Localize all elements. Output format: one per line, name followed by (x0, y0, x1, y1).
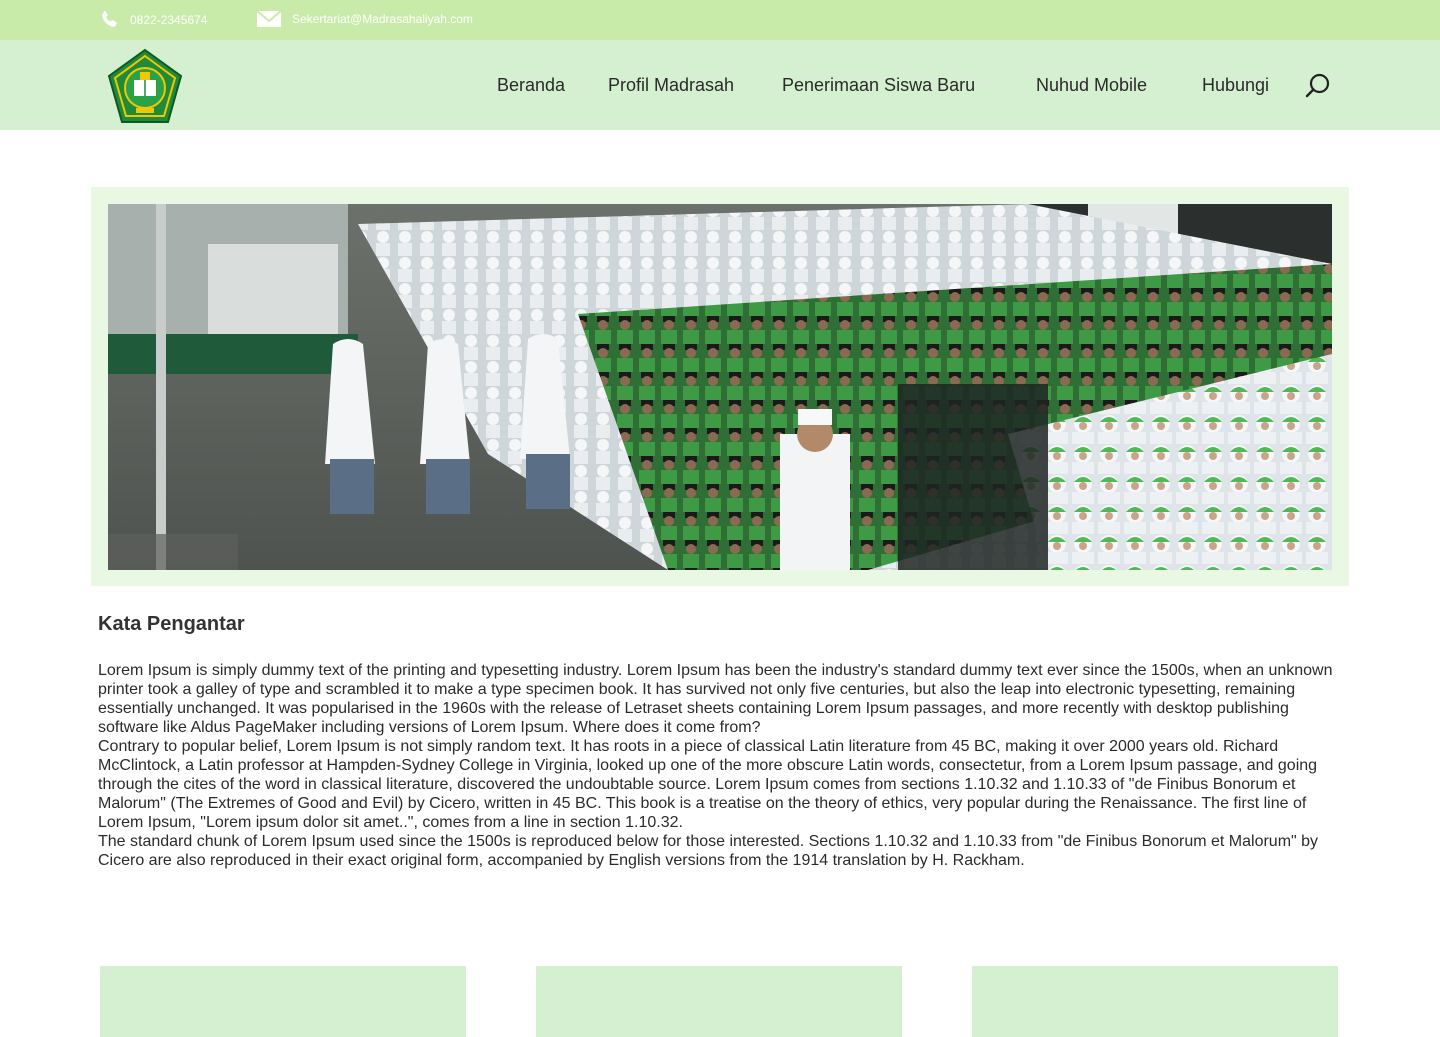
students-assembly-photo (108, 204, 1332, 570)
main-navbar: Beranda Profil Madrasah Penerimaan Siswa… (0, 40, 1440, 130)
hero-photo (108, 204, 1332, 570)
nav-beranda[interactable]: Beranda (497, 73, 565, 97)
nav-profil-madrasah[interactable]: Profil Madrasah (608, 73, 734, 97)
phone-number: 0822-2345674 (130, 13, 208, 27)
card-1[interactable] (100, 966, 466, 1037)
phone-contact[interactable]: 0822-2345674 (98, 9, 207, 31)
card-3[interactable] (972, 966, 1338, 1037)
search-icon (1304, 73, 1332, 104)
search-button[interactable] (1304, 72, 1332, 100)
email-contact[interactable]: Sekertariat@Madrasahaliyah.com (256, 9, 473, 29)
nav-hubungi[interactable]: Hubungi (1202, 73, 1269, 97)
intro-text: Lorem Ipsum is simply dummy text of the … (98, 661, 1348, 870)
intro-paragraph-2: Contrary to popular belief, Lorem Ipsum … (98, 738, 1318, 831)
section-title: Kata Pengantar (98, 613, 245, 635)
intro-paragraph-1: Lorem Ipsum is simply dummy text of the … (98, 662, 1333, 736)
mail-icon (256, 9, 282, 29)
top-contact-bar: 0822-2345674 Sekertariat@Madrasahaliyah.… (0, 0, 1440, 40)
nav-nuhud-mobile[interactable]: Nuhud Mobile (1036, 73, 1147, 97)
hero-frame (91, 187, 1349, 586)
primary-nav: Beranda Profil Madrasah Penerimaan Siswa… (0, 73, 1440, 97)
phone-icon (98, 9, 120, 31)
email-address: Sekertariat@Madrasahaliyah.com (292, 12, 473, 26)
intro-paragraph-3: The standard chunk of Lorem Ipsum used s… (98, 833, 1319, 869)
nav-penerimaan-siswa-baru[interactable]: Penerimaan Siswa Baru (782, 73, 975, 97)
card-2[interactable] (536, 966, 902, 1037)
